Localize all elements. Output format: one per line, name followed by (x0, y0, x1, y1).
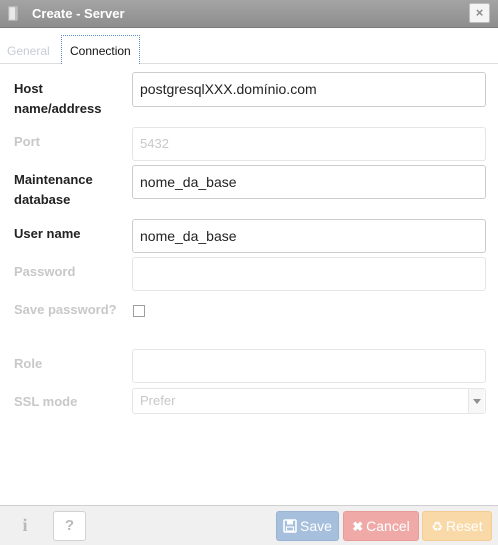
cancel-label: Cancel (366, 518, 410, 534)
help-icon: ? (64, 517, 75, 534)
help-button[interactable]: ? (53, 511, 86, 541)
ssl-mode-value: Prefer (140, 393, 176, 408)
maintenance-db-value: nome_da_base (140, 174, 237, 190)
host-input[interactable]: postgresqlXXX.domínio.com (132, 72, 486, 107)
floppy-disk-icon (283, 519, 297, 533)
username-label: User name (14, 226, 81, 241)
tab-connection[interactable]: Connection (61, 35, 140, 64)
password-label: Password (14, 264, 76, 279)
close-button[interactable]: × (469, 3, 490, 23)
tab-bar: General Connection (0, 28, 498, 64)
reset-label: Reset (446, 518, 483, 534)
role-label: Role (14, 356, 43, 371)
maintenance-db-input[interactable]: nome_da_base (132, 165, 486, 199)
tab-general[interactable]: General (7, 44, 50, 58)
cancel-button[interactable]: ✖ Cancel (343, 511, 419, 541)
window-title: Create - Server (32, 6, 125, 21)
username-input[interactable]: nome_da_base (132, 219, 486, 253)
save-button[interactable]: Save (276, 511, 339, 541)
info-icon: i (22, 515, 28, 535)
host-label: Host name/address (14, 81, 102, 116)
maintenance-db-label: Maintenance database (14, 172, 93, 207)
reset-button[interactable]: ♻ Reset (422, 511, 492, 541)
chevron-down-icon[interactable] (468, 389, 484, 413)
save-label: Save (300, 518, 332, 534)
username-value: nome_da_base (140, 228, 237, 244)
close-icon: ✖ (352, 519, 364, 534)
info-button[interactable]: i (9, 511, 41, 541)
port-label: Port (14, 134, 40, 149)
role-input[interactable] (132, 349, 486, 383)
port-value: 5432 (140, 136, 169, 151)
server-icon (8, 6, 18, 21)
save-password-checkbox[interactable] (133, 305, 145, 317)
ssl-mode-label: SSL mode (14, 394, 78, 409)
password-input[interactable] (132, 257, 486, 291)
port-input[interactable]: 5432 (132, 127, 486, 161)
recycle-icon: ♻ (431, 519, 444, 534)
window-titlebar: Create - Server (0, 0, 498, 28)
close-icon: × (475, 5, 484, 20)
save-password-label: Save password? (14, 302, 117, 317)
ssl-mode-select[interactable]: Prefer (132, 388, 486, 414)
host-value: postgresqlXXX.domínio.com (140, 81, 317, 97)
